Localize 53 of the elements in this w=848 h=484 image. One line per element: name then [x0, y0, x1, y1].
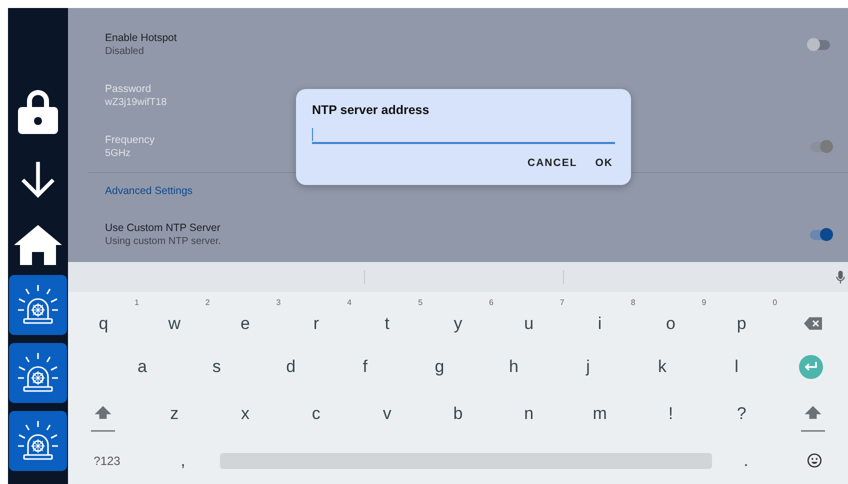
key-hint: 7	[560, 298, 564, 307]
setting-label: Password	[105, 83, 152, 95]
dialog-button[interactable]: OK	[593, 155, 615, 171]
keyboard-key[interactable]: d	[280, 354, 302, 378]
keyboard-key[interactable]: ?	[730, 402, 752, 426]
section-header: Advanced Settings	[105, 185, 193, 197]
keyboard-key[interactable]: x	[235, 402, 256, 426]
keyboard-key[interactable]: u	[518, 312, 540, 336]
keyboard-key[interactable]: e	[234, 312, 256, 336]
setting-value: Using custom NTP server.	[105, 236, 221, 247]
keyboard-key[interactable]: b	[447, 402, 469, 426]
key-hint: 1	[134, 298, 139, 307]
keyboard-key[interactable]: p	[730, 312, 752, 336]
keyboard-key[interactable]: q	[92, 312, 114, 336]
setting-label: Use Custom NTP Server	[105, 222, 220, 234]
setting-value: 5GHz	[105, 148, 131, 159]
setting-value: Disabled	[105, 46, 144, 57]
keyboard-key[interactable]: y	[448, 312, 468, 336]
keyboard-key[interactable]: o	[660, 312, 682, 336]
keyboard-key[interactable]: ,	[174, 448, 192, 472]
setting-label: Frequency	[105, 134, 155, 146]
keyboard-key[interactable]: v	[376, 402, 398, 426]
keyboard-key[interactable]: h	[502, 354, 524, 378]
keyboard-key[interactable]: m	[586, 402, 613, 426]
keyboard-key[interactable]: f	[356, 354, 374, 378]
symbols-key[interactable]: ?123	[88, 452, 126, 470]
keyboard-key[interactable]: i	[592, 312, 608, 336]
key-hint: 9	[702, 298, 706, 307]
keyboard-key[interactable]: k	[652, 354, 673, 378]
key-hint: 2	[205, 298, 210, 307]
key-hint: 4	[347, 298, 352, 307]
keyboard-key[interactable]: r	[307, 312, 325, 336]
keyboard-key[interactable]: .	[738, 448, 754, 472]
keyboard-key[interactable]: g	[428, 354, 450, 378]
key-hint: 8	[630, 298, 636, 307]
keyboard-key[interactable]: j	[580, 354, 596, 378]
keyboard-key[interactable]: z	[164, 402, 185, 426]
keyboard-key[interactable]: !	[662, 402, 680, 426]
key-hint: 5	[418, 298, 423, 307]
keyboard-key[interactable]: t	[378, 312, 396, 336]
key-hint: 6	[489, 298, 494, 307]
keyboard-key[interactable]: s	[206, 354, 227, 378]
key-hint: 3	[276, 298, 281, 307]
setting-label: Enable Hotspot	[105, 32, 177, 44]
keyboard-key[interactable]: n	[518, 402, 540, 426]
keyboard-key[interactable]: a	[132, 354, 154, 378]
dialog-button[interactable]: CANCEL	[526, 155, 580, 171]
keyboard-key[interactable]: w	[162, 312, 186, 336]
setting-value: wZ3j19wifT18	[105, 97, 167, 108]
dialog-title: NTP server address	[312, 103, 430, 117]
key-hint: 0	[772, 298, 778, 307]
keyboard-key[interactable]: l	[728, 354, 744, 378]
keyboard-key[interactable]: c	[306, 402, 326, 426]
